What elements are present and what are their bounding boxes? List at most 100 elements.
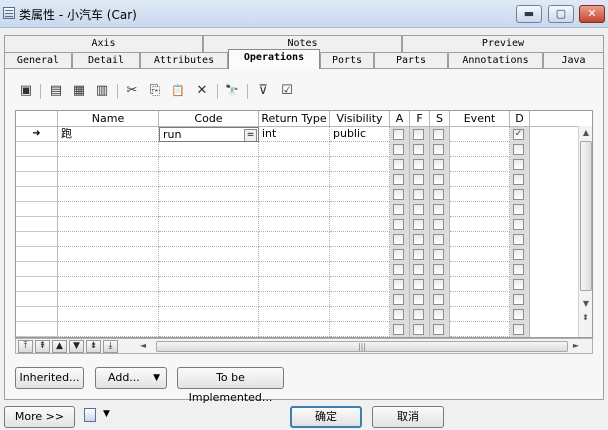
tab-operations[interactable]: Operations — [228, 49, 320, 69]
empty-cell[interactable] — [159, 277, 259, 292]
move-bottom-icon[interactable]: ⤓ — [103, 340, 118, 353]
operation-code-value[interactable]: run — [163, 128, 181, 141]
grid-checkbox[interactable] — [413, 189, 424, 200]
move-down-icon[interactable]: ▼ — [69, 340, 84, 353]
empty-cell[interactable] — [159, 172, 259, 187]
add-button[interactable]: Add... ▼ — [95, 367, 167, 389]
grid-checkbox[interactable] — [413, 174, 424, 185]
table-row[interactable] — [16, 142, 592, 157]
code-equals-button[interactable]: = — [244, 129, 257, 141]
empty-cell[interactable] — [259, 307, 330, 322]
grid-checkbox[interactable] — [513, 309, 524, 320]
row-header[interactable] — [16, 142, 58, 157]
empty-cell[interactable] — [259, 247, 330, 262]
tab-general[interactable]: General — [4, 52, 72, 69]
table-row[interactable] — [16, 247, 592, 262]
empty-cell[interactable] — [58, 322, 159, 337]
table-row[interactable] — [16, 322, 592, 337]
column-header-visibility[interactable]: Visibility — [330, 111, 390, 127]
grid-checkbox[interactable] — [513, 144, 524, 155]
grid-checkbox[interactable] — [413, 309, 424, 320]
move-up-icon[interactable]: ▲ — [52, 340, 67, 353]
grid-checkbox[interactable] — [513, 159, 524, 170]
add-row-icon[interactable]: ▦ — [70, 82, 88, 100]
empty-cell[interactable] — [58, 232, 159, 247]
empty-cell[interactable] — [259, 202, 330, 217]
row-header[interactable] — [16, 247, 58, 262]
table-row[interactable] — [16, 277, 592, 292]
grid-checkbox[interactable] — [393, 279, 404, 290]
table-row[interactable] — [16, 202, 592, 217]
row-header[interactable] — [16, 262, 58, 277]
empty-cell[interactable] — [450, 232, 510, 247]
grid-checkbox[interactable] — [393, 324, 404, 335]
empty-cell[interactable] — [58, 292, 159, 307]
grid-checkbox[interactable] — [433, 189, 444, 200]
empty-cell[interactable] — [450, 247, 510, 262]
empty-cell[interactable] — [159, 157, 259, 172]
vertical-scrollbar[interactable]: ▲ ▼ — [578, 126, 592, 311]
empty-cell[interactable] — [330, 232, 390, 247]
column-header-deprecated[interactable]: D — [510, 111, 530, 127]
empty-cell[interactable] — [259, 232, 330, 247]
more-button[interactable]: More >> — [4, 406, 75, 428]
grid-checkbox[interactable] — [413, 279, 424, 290]
table-row[interactable] — [16, 172, 592, 187]
horizontal-scroll-thumb[interactable]: ||| — [156, 341, 568, 352]
empty-cell[interactable] — [259, 187, 330, 202]
tab-parts[interactable]: Parts — [374, 52, 448, 69]
empty-cell[interactable] — [450, 142, 510, 157]
property-sheet-menu[interactable]: ▼ — [84, 408, 114, 426]
deprecated-checkbox[interactable]: ✓ — [513, 129, 524, 140]
empty-cell[interactable] — [330, 217, 390, 232]
row-header[interactable] — [16, 277, 58, 292]
table-row[interactable]: ➜ 跑 run = int public ✓ — [16, 127, 592, 142]
page-down-icon[interactable]: ⇟ — [86, 340, 101, 353]
empty-cell[interactable] — [58, 202, 159, 217]
grid-checkbox[interactable] — [413, 324, 424, 335]
empty-cell[interactable] — [159, 202, 259, 217]
tab-axis[interactable]: Axis — [4, 35, 203, 52]
empty-cell[interactable] — [330, 157, 390, 172]
empty-cell[interactable] — [159, 187, 259, 202]
move-top-icon[interactable]: ⤒ — [18, 340, 33, 353]
empty-cell[interactable] — [259, 217, 330, 232]
empty-cell[interactable] — [159, 307, 259, 322]
table-row[interactable] — [16, 232, 592, 247]
empty-cell[interactable] — [450, 307, 510, 322]
empty-cell[interactable] — [58, 217, 159, 232]
operation-code-cell[interactable]: run = — [159, 127, 259, 142]
empty-cell[interactable] — [450, 172, 510, 187]
insert-row-icon[interactable]: ▤ — [47, 82, 65, 100]
grid-checkbox[interactable] — [513, 294, 524, 305]
tab-attributes[interactable]: Attributes — [140, 52, 228, 69]
cut-icon[interactable]: ✂ — [123, 82, 141, 100]
column-header-final[interactable]: F — [410, 111, 430, 127]
empty-cell[interactable] — [159, 217, 259, 232]
empty-cell[interactable] — [450, 262, 510, 277]
grid-checkbox[interactable] — [433, 294, 444, 305]
grid-checkbox[interactable] — [513, 219, 524, 230]
row-header[interactable] — [16, 292, 58, 307]
find-icon[interactable]: 🔭 — [223, 82, 241, 100]
delete-icon[interactable]: ✕ — [193, 82, 211, 100]
add-existing-icon[interactable]: ▥ — [93, 82, 111, 100]
row-header[interactable] — [16, 157, 58, 172]
column-header-event[interactable]: Event — [450, 111, 510, 127]
grid-checkbox[interactable] — [393, 174, 404, 185]
grid-checkbox[interactable] — [433, 159, 444, 170]
empty-cell[interactable] — [58, 142, 159, 157]
tab-ports[interactable]: Ports — [320, 52, 374, 69]
empty-cell[interactable] — [330, 277, 390, 292]
empty-cell[interactable] — [159, 247, 259, 262]
grid-checkbox[interactable] — [413, 249, 424, 260]
empty-cell[interactable] — [58, 307, 159, 322]
row-header[interactable] — [16, 232, 58, 247]
grid-checkbox[interactable] — [393, 219, 404, 230]
grid-checkbox[interactable] — [433, 219, 444, 230]
table-row[interactable] — [16, 292, 592, 307]
tab-preview[interactable]: Preview — [402, 35, 604, 52]
ok-button[interactable]: 确定 — [290, 406, 362, 428]
grid-checkbox[interactable] — [513, 264, 524, 275]
table-row[interactable] — [16, 157, 592, 172]
